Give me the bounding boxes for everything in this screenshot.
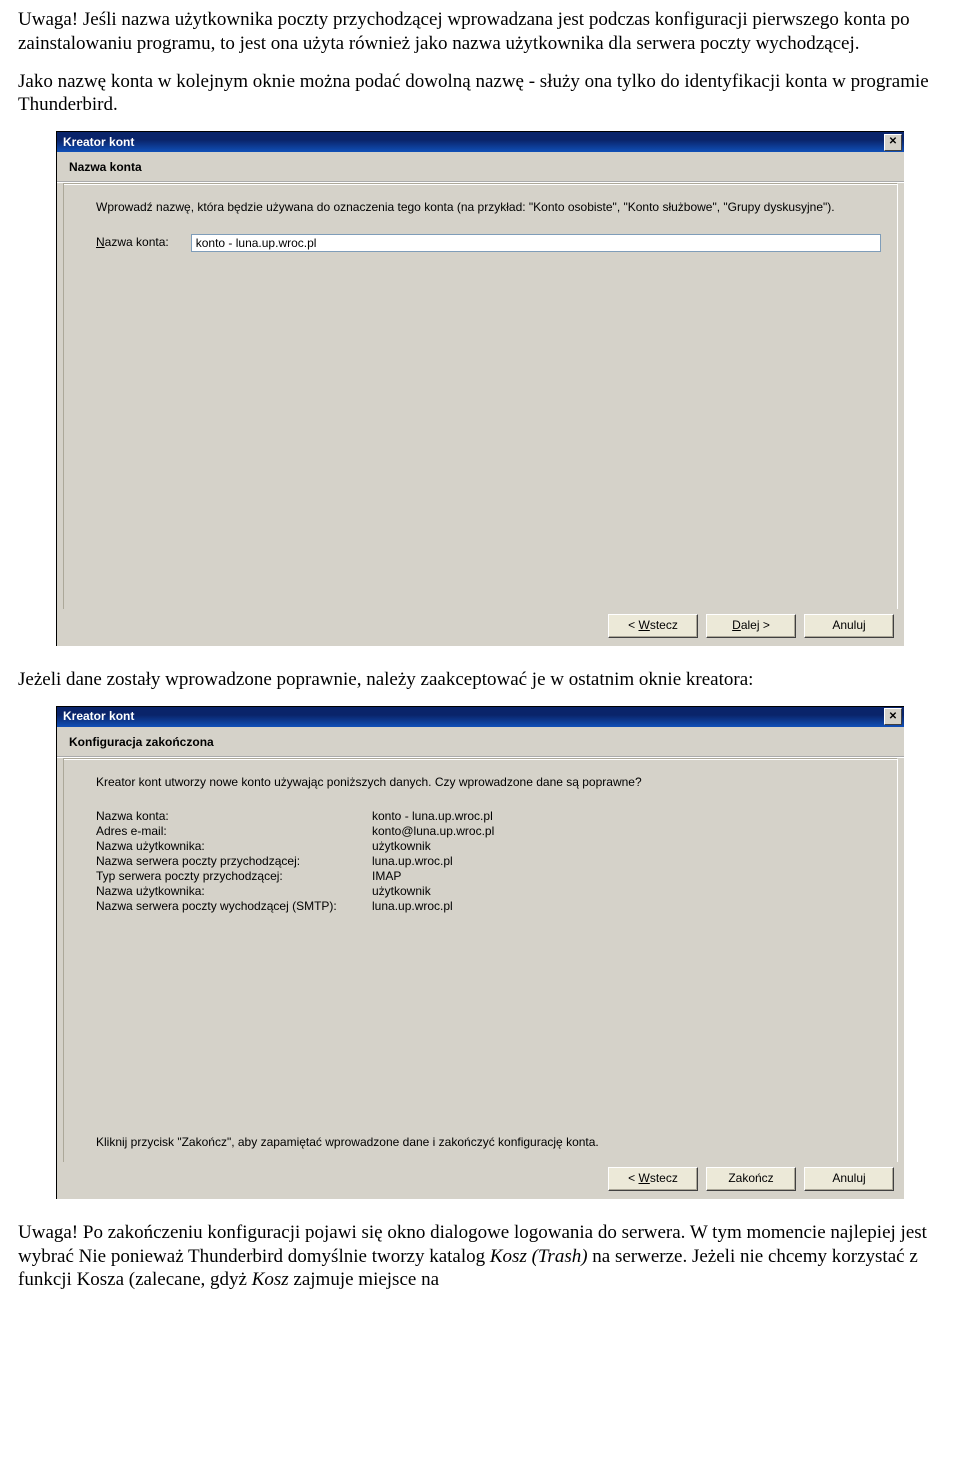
intro-paragraph-2: Jako nazwę konta w kolejnym oknie można … — [18, 70, 942, 118]
wizard-dialog-account-name: Kreator kont ✕ Nazwa konta Wprowadź nazw… — [56, 131, 904, 646]
dialog-title: Kreator kont — [63, 135, 134, 150]
summary-value: konto - luna.up.wroc.pl — [372, 809, 493, 824]
summary-value: użytkownik — [372, 839, 431, 854]
titlebar: Kreator kont ✕ — [57, 707, 904, 727]
close-icon: ✕ — [889, 137, 897, 147]
dialog-section-header: Nazwa konta — [57, 152, 904, 183]
summary-value: IMAP — [372, 869, 401, 884]
wizard-button-row: < Wstecz Dalej > Anuluj — [57, 610, 904, 646]
wizard-dialog-summary: Kreator kont ✕ Konfiguracja zakończona K… — [56, 706, 904, 1199]
account-name-input[interactable] — [191, 234, 881, 252]
summary-instruction: Kreator kont utworzy nowe konto używając… — [96, 774, 881, 791]
account-name-label: Nazwa konta: — [96, 235, 169, 250]
dialog-body: Kreator kont utworzy nowe konto używając… — [63, 758, 898, 1162]
summary-value: konto@luna.up.wroc.pl — [372, 824, 494, 839]
close-icon: ✕ — [889, 712, 897, 722]
finish-button[interactable]: Zakończ — [706, 1167, 796, 1191]
summary-label: Nazwa serwera poczty przychodzącej: — [96, 854, 372, 869]
dialog-inner: Nazwa konta Wprowadź nazwę, która będzie… — [57, 152, 904, 646]
summary-row: Nazwa użytkownika: użytkownik — [96, 839, 881, 854]
summary-row: Nazwa serwera poczty wychodzącej (SMTP):… — [96, 899, 881, 914]
cancel-button[interactable]: Anuluj — [804, 1167, 894, 1191]
dialog-section-header: Konfiguracja zakończona — [57, 727, 904, 758]
dialog-body: Wprowadź nazwę, która będzie używana do … — [63, 183, 898, 609]
outro-kosz: Kosz — [252, 1269, 289, 1290]
summary-label: Nazwa użytkownika: — [96, 884, 372, 899]
outro-uwaga: Uwaga! — [18, 1222, 78, 1243]
summary-footer-note: Kliknij przycisk "Zakończ", aby zapamięt… — [96, 1135, 881, 1150]
summary-row: Nazwa konta: konto - luna.up.wroc.pl — [96, 809, 881, 824]
dialog-title: Kreator kont — [63, 709, 134, 724]
summary-label: Adres e-mail: — [96, 824, 372, 839]
summary-table: Nazwa konta: konto - luna.up.wroc.pl Adr… — [96, 809, 881, 914]
summary-label: Nazwa konta: — [96, 809, 372, 824]
account-name-field-row: Nazwa konta: — [96, 234, 881, 252]
cancel-button[interactable]: Anuluj — [804, 614, 894, 638]
outro-paragraph: Uwaga! Po zakończeniu konfiguracji pojaw… — [18, 1221, 942, 1292]
summary-row: Nazwa użytkownika: użytkownik — [96, 884, 881, 899]
dialog-inner: Konfiguracja zakończona Kreator kont utw… — [57, 727, 904, 1199]
intro-p1-rest: Jeśli nazwa użytkownika poczty przychodz… — [18, 9, 910, 54]
back-button[interactable]: < Wstecz — [608, 1167, 698, 1191]
outro-kosz-trash: Kosz (Trash) — [490, 1246, 588, 1267]
summary-label: Nazwa użytkownika: — [96, 839, 372, 854]
close-button[interactable]: ✕ — [884, 134, 902, 151]
intro-paragraph-1: Uwaga! Jeśli nazwa użytkownika poczty pr… — [18, 8, 942, 56]
next-button[interactable]: Dalej > — [706, 614, 796, 638]
outro-text-3: zajmuje miejsce na — [289, 1269, 439, 1290]
back-button[interactable]: < Wstecz — [608, 614, 698, 638]
instruction-text: Wprowadź nazwę, która będzie używana do … — [96, 199, 881, 216]
wizard-button-row: < Wstecz Zakończ Anuluj — [57, 1163, 904, 1199]
summary-label: Nazwa serwera poczty wychodzącej (SMTP): — [96, 899, 372, 914]
summary-row: Typ serwera poczty przychodzącej: IMAP — [96, 869, 881, 884]
intro-uwaga: Uwaga! — [18, 9, 78, 30]
summary-value: użytkownik — [372, 884, 431, 899]
summary-row: Adres e-mail: konto@luna.up.wroc.pl — [96, 824, 881, 839]
summary-value: luna.up.wroc.pl — [372, 899, 453, 914]
summary-row: Nazwa serwera poczty przychodzącej: luna… — [96, 854, 881, 869]
summary-value: luna.up.wroc.pl — [372, 854, 453, 869]
titlebar: Kreator kont ✕ — [57, 132, 904, 152]
close-button[interactable]: ✕ — [884, 708, 902, 725]
summary-label: Typ serwera poczty przychodzącej: — [96, 869, 372, 884]
mid-paragraph: Jeżeli dane zostały wprowadzone poprawni… — [18, 668, 942, 692]
